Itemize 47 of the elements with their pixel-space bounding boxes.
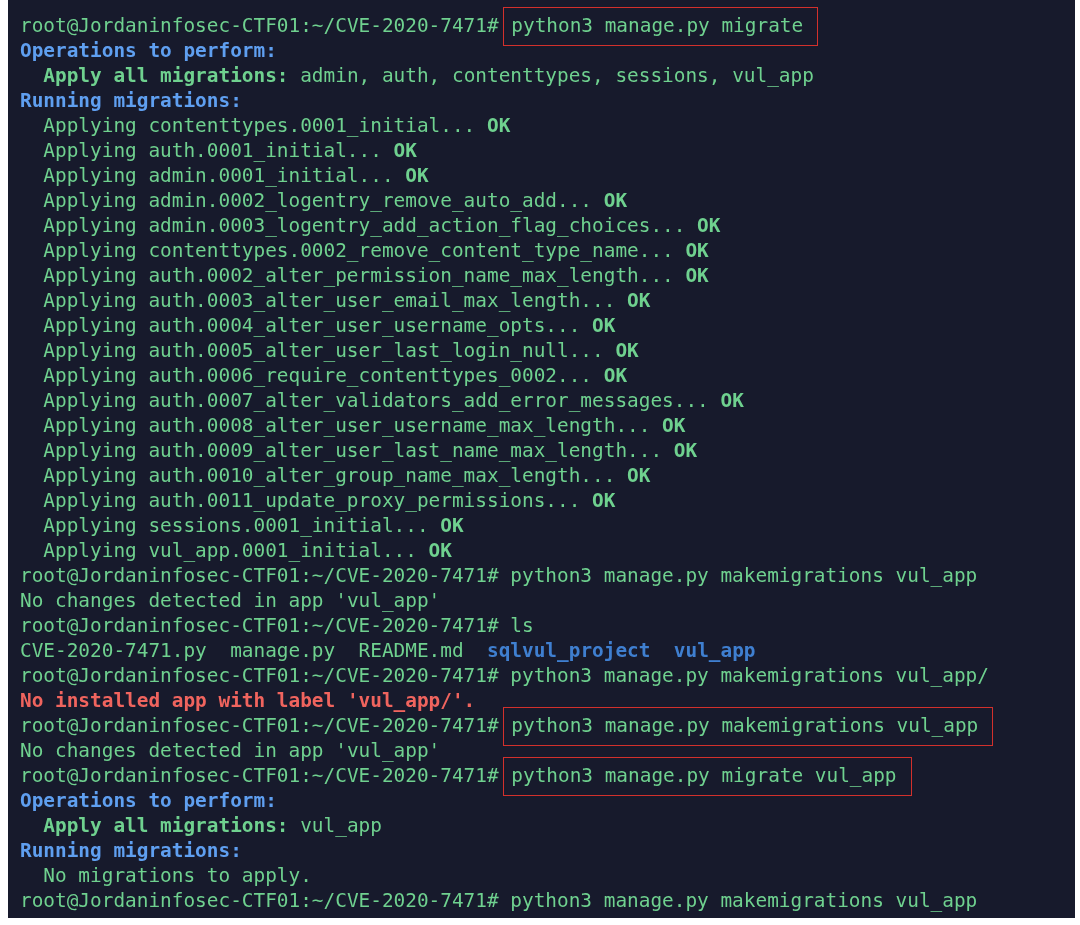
prompt-text: root@Jordaninfosec-CTF01:~/CVE-2020-7471# xyxy=(20,14,499,37)
prompt-text: root@Jordaninfosec-CTF01:~/CVE-2020-7471# xyxy=(20,564,499,587)
prompt-text: root@Jordaninfosec-CTF01:~/CVE-2020-7471# xyxy=(20,664,499,687)
output-text: Applying auth.0007_alter_validators_add_error_messages... OK xyxy=(42,389,744,412)
output-text: Applying auth.0010_alter_group_name_max_length... OK xyxy=(42,464,651,487)
command-text: python3 manage.py makemigrations vul_app/ xyxy=(510,664,989,687)
file-name: manage.py xyxy=(230,639,336,662)
prompt-text: root@Jordaninfosec-CTF01:~/CVE-2020-7471# xyxy=(20,764,499,787)
command-text: python3 manage.py makemigrations vul_app xyxy=(503,707,994,746)
command-text: python3 manage.py migrate xyxy=(503,7,819,46)
output-text: No changes detected in app 'vul_app' xyxy=(20,739,441,762)
file-name: README.md xyxy=(358,639,464,662)
output-text: Applying contenttypes.0002_remove_content_type_name... OK xyxy=(42,239,709,262)
output-text: Applying admin.0001_initial... OK xyxy=(42,164,429,187)
output-text: Applying vul_app.0001_initial... OK xyxy=(42,539,452,562)
command-text: python3 manage.py makemigrations vul_app xyxy=(510,564,978,587)
prompt-text: root@Jordaninfosec-CTF01:~/CVE-2020-7471# xyxy=(20,714,499,737)
section-heading: Running migrations: xyxy=(20,839,242,862)
output-text: Applying auth.0004_alter_user_username_opts... OK xyxy=(42,314,616,337)
output-text: No migrations to apply. xyxy=(42,864,312,887)
output-text: Applying sessions.0001_initial... OK xyxy=(42,514,464,537)
output-text: Applying admin.0003_logentry_add_action_flag_choices... OK xyxy=(42,214,721,237)
command-text: ls xyxy=(510,614,534,637)
output-text: Applying auth.0008_alter_user_username_max_length... OK xyxy=(42,414,686,437)
prompt-text: root@Jordaninfosec-CTF01:~/CVE-2020-7471# xyxy=(20,614,499,637)
output-text: Applying contenttypes.0001_initial... OK xyxy=(42,114,511,137)
output-text: Apply all migrations: vul_app xyxy=(42,814,382,837)
folder-name: sqlvul_project xyxy=(487,639,651,662)
file-name: CVE-2020-7471.py xyxy=(20,639,207,662)
output-text: Applying auth.0001_initial... OK xyxy=(42,139,417,162)
section-heading: Running migrations: xyxy=(20,89,242,112)
section-heading: Operations to perform: xyxy=(20,39,277,62)
output-text: Applying auth.0002_alter_permission_name_max_length... OK xyxy=(42,264,709,287)
command-text: python3 manage.py makemigrations vul_app xyxy=(510,889,978,912)
command-text: python3 manage.py migrate vul_app xyxy=(503,757,912,796)
prompt-text: root@Jordaninfosec-CTF01:~/CVE-2020-7471# xyxy=(20,889,499,912)
section-heading: Operations to perform: xyxy=(20,789,277,812)
folder-name: vul_app xyxy=(673,639,756,662)
output-text: Applying auth.0003_alter_user_email_max_length... OK xyxy=(42,289,651,312)
output-text: Applying admin.0002_logentry_remove_auto_add... OK xyxy=(42,189,628,212)
output-text: Apply all migrations: admin, auth, contenttypes, sessions, vul_app xyxy=(42,64,814,87)
output-text: Applying auth.0005_alter_user_last_login_null... OK xyxy=(42,339,639,362)
output-text: Applying auth.0011_update_proxy_permissions... OK xyxy=(42,489,616,512)
output-text: Applying auth.0009_alter_user_last_name_max_length... OK xyxy=(42,439,698,462)
error-text: No installed app with label 'vul_app/'. xyxy=(20,689,476,712)
output-text: Applying auth.0006_require_contenttypes_0002... OK xyxy=(42,364,628,387)
output-text: No changes detected in app 'vul_app' xyxy=(20,589,441,612)
